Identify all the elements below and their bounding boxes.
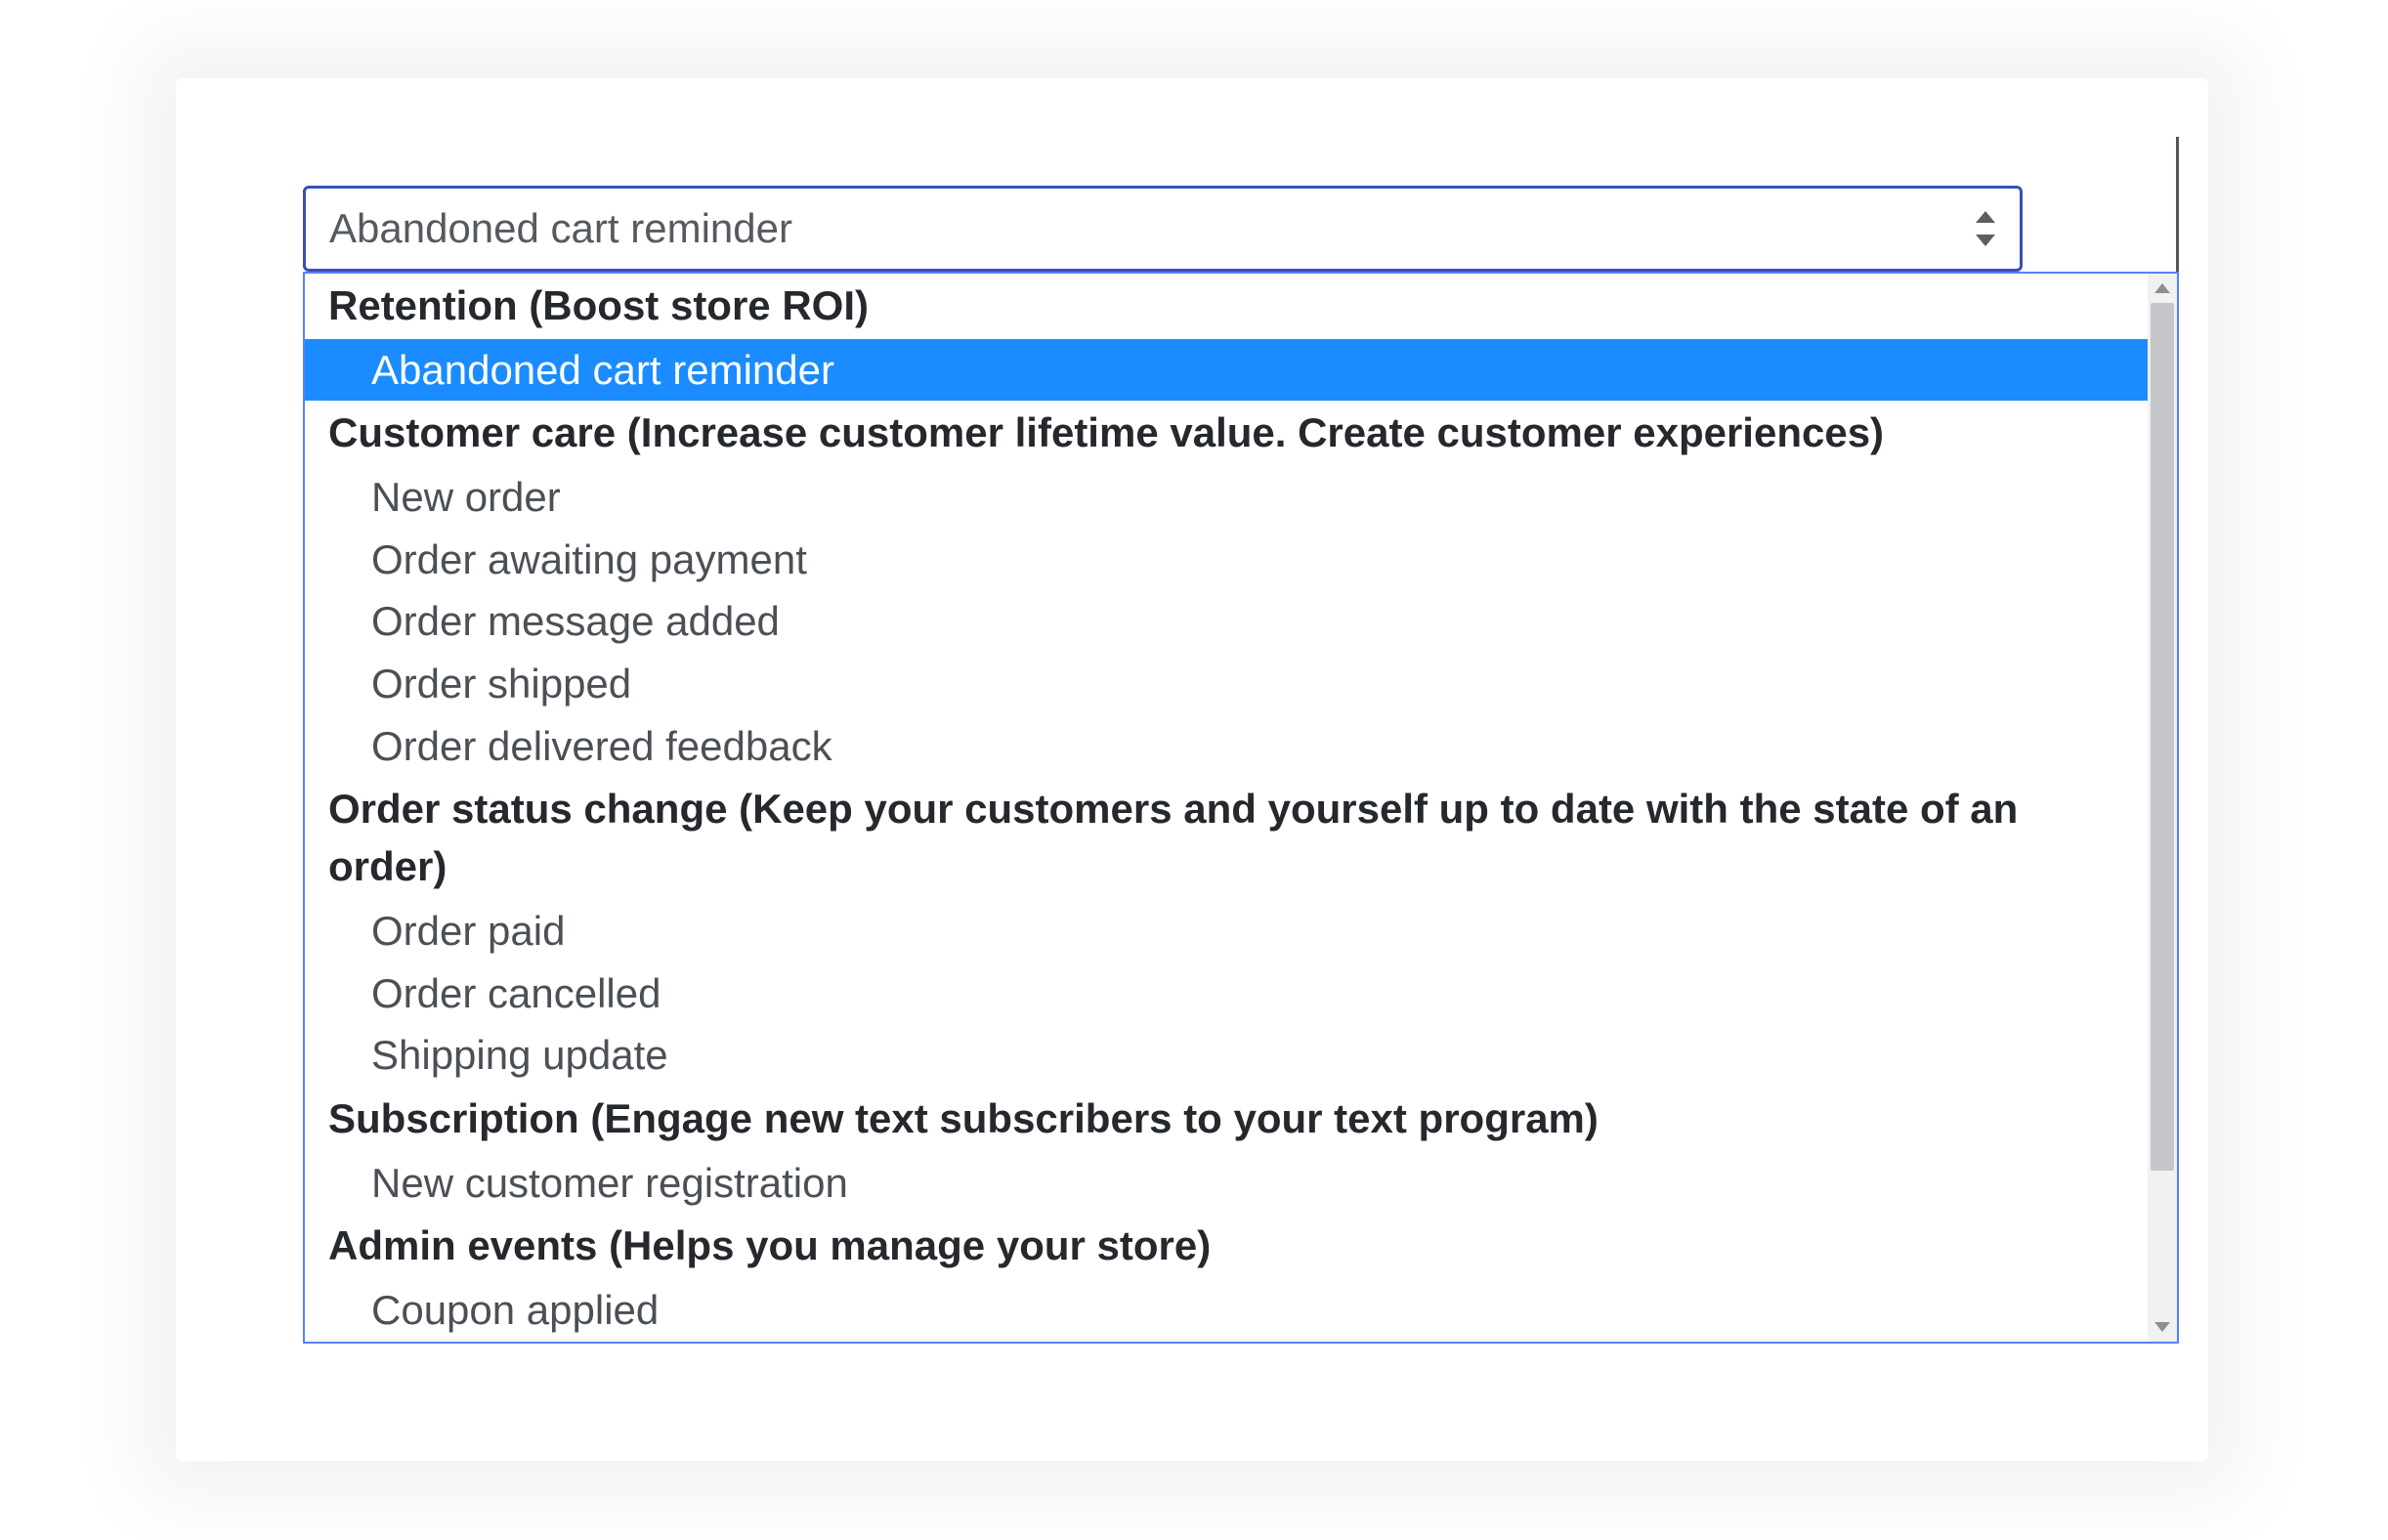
scroll-thumb[interactable]: [2151, 303, 2174, 1171]
event-select[interactable]: Abandoned cart reminder: [303, 186, 2023, 272]
panel-right-rule: [2023, 186, 2179, 272]
form-panel: Abandoned cart reminder Retention (Boost…: [303, 137, 2179, 1344]
scroll-track[interactable]: [2148, 303, 2177, 1312]
event-select-dropdown[interactable]: Retention (Boost store ROI)Abandoned car…: [303, 272, 2179, 1344]
option-group-header: Subscription (Engage new text subscriber…: [305, 1087, 2148, 1152]
dropdown-option[interactable]: New customer registration: [305, 1152, 2148, 1215]
select-row: Abandoned cart reminder: [303, 186, 2179, 272]
card-container: Abandoned cart reminder Retention (Boost…: [176, 78, 2208, 1461]
dropdown-option[interactable]: Order delivered feedback: [305, 715, 2148, 778]
dropdown-scrollbar[interactable]: [2148, 274, 2177, 1342]
chevron-up-icon: [2154, 283, 2170, 293]
panel-top-spacer: [303, 137, 2179, 186]
event-select-value: Abandoned cart reminder: [329, 205, 792, 252]
dropdown-option[interactable]: Order paid: [305, 900, 2148, 962]
scroll-down-button[interactable]: [2148, 1312, 2177, 1342]
option-group-header: Customer care (Increase customer lifetim…: [305, 401, 2148, 466]
select-spinner-icon: [1975, 211, 1996, 246]
chevron-down-icon: [2154, 1322, 2170, 1332]
dropdown-option[interactable]: Order cancelled: [305, 962, 2148, 1025]
dropdown-option[interactable]: Order message added: [305, 590, 2148, 653]
option-group-header: Retention (Boost store ROI): [305, 274, 2148, 339]
dropdown-option[interactable]: Coupon applied: [305, 1279, 2148, 1342]
scroll-up-button[interactable]: [2148, 274, 2177, 303]
option-group-header: Order status change (Keep your customers…: [305, 777, 2148, 900]
option-group-header: Admin events (Helps you manage your stor…: [305, 1214, 2148, 1279]
dropdown-option[interactable]: Order shipped: [305, 653, 2148, 715]
dropdown-option[interactable]: New order: [305, 466, 2148, 529]
dropdown-option[interactable]: Abandoned cart reminder: [305, 339, 2148, 402]
dropdown-option[interactable]: Shipping update: [305, 1024, 2148, 1087]
dropdown-option[interactable]: Order awaiting payment: [305, 529, 2148, 591]
dropdown-options-list: Retention (Boost store ROI)Abandoned car…: [305, 274, 2148, 1342]
